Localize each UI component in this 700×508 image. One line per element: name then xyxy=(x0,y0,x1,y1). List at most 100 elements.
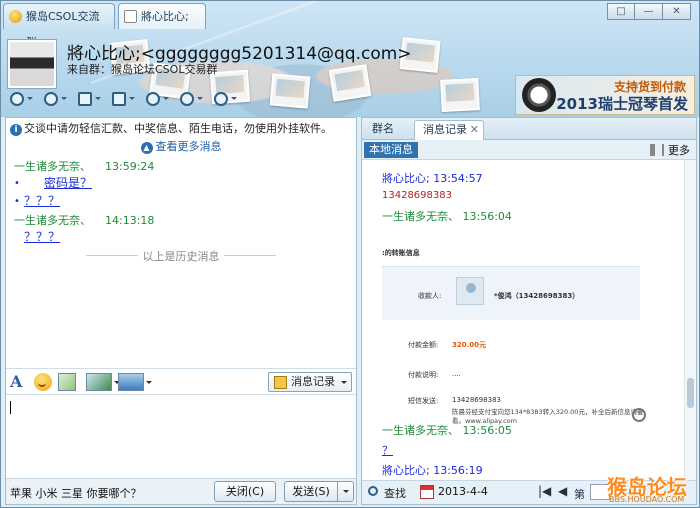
message-time: 13:59:24 xyxy=(105,160,155,173)
send-button[interactable]: 发送(S) xyxy=(284,481,338,502)
close-window-button[interactable]: ✕ xyxy=(663,3,691,20)
search-button[interactable]: 查找 xyxy=(368,485,406,501)
remark-row: 付款说明: .... xyxy=(408,370,461,380)
message-text: 密码是？ xyxy=(44,176,93,190)
chevron-down-icon xyxy=(129,97,135,103)
amount-value: 320.00元 xyxy=(452,341,487,349)
chat-pane: i 交谈中请勿轻信汇款、中奖信息、陌生电话，勿使用外挂软件。 ▲ 查看更多消息 一生… xyxy=(5,117,357,505)
header-banner: 猴岛CSOL交流群 將心比心; □ — ✕ 將心比心;<gggggggg5201… xyxy=(1,1,699,117)
header-advertisement[interactable]: 支持货到付款 2013瑞士冠琴首发 xyxy=(515,75,695,115)
payee-label: 收款人: xyxy=(418,292,442,300)
emoji-icon[interactable] xyxy=(34,373,52,391)
font-button[interactable]: A xyxy=(10,373,28,391)
restore-icon: □ xyxy=(616,6,626,17)
message-history-button[interactable]: 消息记录 xyxy=(268,372,352,392)
notice-text: 交谈中请勿轻信汇款、中奖信息、陌生电话，勿使用外挂软件。 xyxy=(24,122,332,135)
minimize-button[interactable]: — xyxy=(635,3,663,20)
log-sender: 一生诸多无奈、 13:56:04 xyxy=(382,210,512,223)
arrow-up-icon: ▲ xyxy=(140,142,153,154)
view-more-messages-link[interactable]: ▲ 查看更多消息 xyxy=(6,138,356,154)
first-page-icon[interactable]: |◀ xyxy=(538,484,551,498)
input-toolbar: A 消息记录 xyxy=(6,368,356,394)
decor-photo xyxy=(269,73,311,109)
remote-desktop-button[interactable] xyxy=(109,89,137,109)
close-button[interactable]: 关闭(C) xyxy=(214,481,276,502)
tab-message-history[interactable]: 消息记录 ✕ xyxy=(414,120,484,140)
speaker-icon xyxy=(650,144,664,156)
contact-icon xyxy=(124,10,137,23)
avatar-image xyxy=(10,42,54,86)
more-messages-label: 查看更多消息 xyxy=(155,140,222,153)
apps-button[interactable] xyxy=(177,89,205,109)
chevron-down-icon xyxy=(231,97,237,103)
previous-page-icon[interactable]: ◀ xyxy=(558,484,567,498)
history-footer: 查找 2013-4-4 |◀ ◀ 第 xyxy=(362,480,696,504)
shake-window-icon[interactable] xyxy=(58,373,76,391)
message-text: ？？？ xyxy=(24,230,61,244)
camera-icon xyxy=(10,92,24,106)
log-text: 13428698383 xyxy=(382,190,452,201)
security-notice: i 交谈中请勿轻信汇款、中奖信息、陌生电话，勿使用外挂软件。 xyxy=(10,120,354,136)
local-messages-tab[interactable]: 本地消息 xyxy=(364,142,418,158)
text-ad-link[interactable]: 苹果 小米 三星 你要哪个？ xyxy=(10,485,142,501)
contact-source: 来自群：猴岛论坛CSOL交易群 xyxy=(67,63,218,76)
window-controls: □ — ✕ xyxy=(607,3,691,20)
zoom-in-icon[interactable] xyxy=(632,407,646,422)
group-add-icon xyxy=(146,92,160,106)
amount-label: 付款金额: xyxy=(408,341,439,349)
calendar-icon xyxy=(420,485,434,499)
decor-photo xyxy=(328,64,372,102)
create-discussion-button[interactable] xyxy=(143,89,171,109)
avatar[interactable] xyxy=(7,39,57,89)
payee-avatar xyxy=(456,277,484,305)
send-file-button[interactable] xyxy=(75,89,103,109)
search-icon xyxy=(368,486,378,496)
amount-row: 付款金额: 320.00元 xyxy=(408,340,486,350)
remark-value: .... xyxy=(452,370,461,378)
voice-call-button[interactable] xyxy=(41,89,69,109)
screenshot-icon[interactable] xyxy=(118,373,144,391)
tab-group-card[interactable]: 群名片 xyxy=(364,120,412,153)
sms-row: 短信发送: 13428698383 xyxy=(408,396,501,406)
scrollbar-thumb[interactable] xyxy=(687,378,694,408)
tab-group-chat[interactable]: 猴岛CSOL交流群 xyxy=(3,3,115,49)
payee-box: 收款人: *俊鸿（13428698383） xyxy=(382,266,640,320)
chevron-down-icon xyxy=(163,97,169,103)
page-label: 第 xyxy=(574,488,585,501)
more-button[interactable]: 更多 xyxy=(650,142,690,158)
sender-name: 一生诸多无奈、 xyxy=(14,160,91,173)
close-icon[interactable]: ✕ xyxy=(470,121,479,139)
monitor-icon xyxy=(112,92,126,106)
transfer-screenshot[interactable]: :的转账信息 收款人: *俊鸿（13428698383） 付款金额: 320.0… xyxy=(376,248,674,444)
transfer-title: :的转账信息 xyxy=(382,249,420,257)
send-options-button[interactable] xyxy=(337,481,354,502)
date-label: 2013-4-4 xyxy=(438,485,488,498)
history-separator: 以上是历史消息 xyxy=(86,248,276,264)
send-image-icon[interactable] xyxy=(86,373,112,391)
message-header: 一生诸多无奈、 13:59:24 xyxy=(14,158,154,174)
group-icon xyxy=(9,10,22,23)
decor-photo xyxy=(440,78,480,112)
chevron-down-icon xyxy=(343,490,349,496)
more-label: 更多 xyxy=(668,144,690,157)
restore-button[interactable]: □ xyxy=(607,3,635,20)
message-time: 14:13:18 xyxy=(105,214,155,227)
chevron-down-icon xyxy=(95,97,101,103)
history-scrollbar[interactable] xyxy=(684,160,696,480)
search-label: 查找 xyxy=(384,487,406,500)
log-text: ？ xyxy=(382,444,393,457)
page-input[interactable] xyxy=(590,484,610,500)
chevron-down-icon[interactable] xyxy=(146,381,152,387)
tab-label: 消息记录 xyxy=(423,123,467,136)
message-text: ？？？ xyxy=(24,194,61,208)
video-call-button[interactable] xyxy=(7,89,35,109)
log-sender: 將心比心; 13:54:57 xyxy=(382,172,483,185)
tab-label: 將心比心; xyxy=(141,10,189,23)
more-tools-button[interactable] xyxy=(211,89,239,109)
microphone-icon xyxy=(44,92,58,106)
message-input[interactable] xyxy=(6,394,356,478)
text-caret xyxy=(10,401,11,414)
person-icon xyxy=(214,92,228,106)
tab-private-chat[interactable]: 將心比心; xyxy=(118,3,206,29)
date-picker[interactable]: 2013-4-4 xyxy=(420,485,488,499)
